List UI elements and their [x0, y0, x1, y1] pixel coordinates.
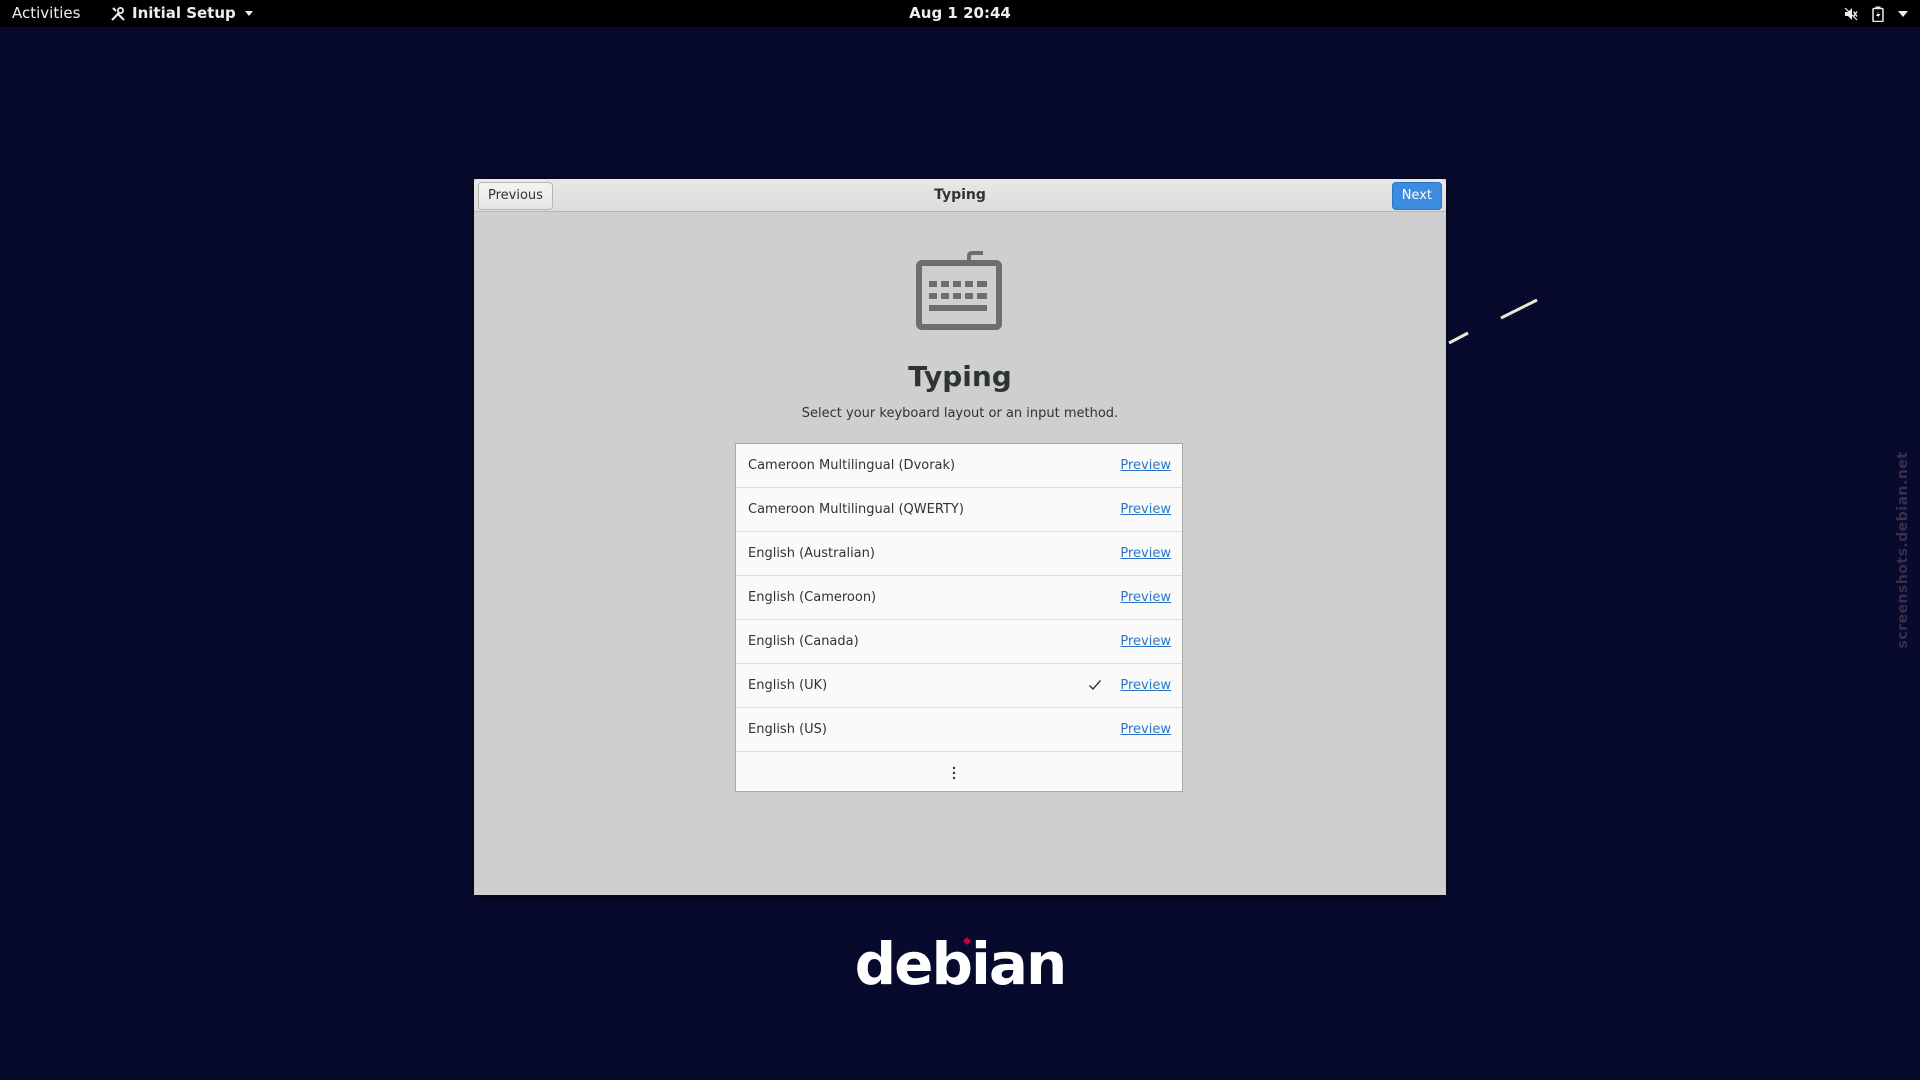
- clock-container: Aug 1 20:44: [0, 0, 1920, 27]
- keyboard-icon: [916, 251, 1002, 330]
- battery-icon: [1872, 6, 1884, 22]
- app-menu-arrow-icon: [244, 11, 253, 16]
- layout-label: English (Australian): [748, 546, 875, 561]
- layout-row[interactable]: English (Canada) Preview: [736, 620, 1182, 664]
- preview-link[interactable]: Preview: [1120, 488, 1171, 531]
- watermark: screenshots.debian.net: [1895, 451, 1911, 649]
- debian-logo: debian: [854, 930, 1068, 998]
- layout-label: English (Cameroon): [748, 590, 877, 605]
- preview-link[interactable]: Preview: [1120, 576, 1171, 619]
- volume-muted-icon: [1844, 7, 1858, 20]
- layout-row[interactable]: English (Australian) Preview: [736, 532, 1182, 576]
- page-title: Typing: [908, 360, 1012, 393]
- debian-logo-dot: [963, 937, 971, 945]
- preview-link[interactable]: Preview: [1120, 664, 1171, 707]
- keyboard-layout-list: Cameroon Multilingual (Dvorak) Preview C…: [735, 443, 1183, 792]
- checkmark-icon: [1089, 680, 1102, 691]
- layout-label: Cameroon Multilingual (QWERTY): [748, 502, 964, 517]
- header-bar: Typing Previous Next: [474, 179, 1446, 212]
- layout-row[interactable]: English (US) Preview: [736, 708, 1182, 752]
- show-more-row[interactable]: [736, 752, 1182, 793]
- layout-label: English (UK): [748, 678, 828, 693]
- layout-row[interactable]: Cameroon Multilingual (Dvorak) Preview: [736, 444, 1182, 488]
- layout-row-selected[interactable]: English (UK) Preview: [736, 664, 1182, 708]
- view-more-icon: [952, 766, 956, 780]
- app-name: Initial Setup: [132, 4, 236, 22]
- preview-link[interactable]: Preview: [1120, 708, 1171, 751]
- preview-link[interactable]: Preview: [1120, 620, 1171, 663]
- activities-label: Activities: [12, 4, 81, 22]
- layout-label: Cameroon Multilingual (Dvorak): [748, 458, 956, 473]
- clock[interactable]: Aug 1 20:44: [909, 4, 1011, 22]
- shooting-star-decoration: [1448, 298, 1538, 345]
- preview-link[interactable]: Preview: [1120, 444, 1171, 487]
- layout-label: English (Canada): [748, 634, 859, 649]
- header-title: Typing: [934, 187, 986, 203]
- next-button[interactable]: Next: [1391, 182, 1442, 210]
- layout-row[interactable]: Cameroon Multilingual (QWERTY) Preview: [736, 488, 1182, 532]
- initial-setup-window: Typing Previous Next Typing Select your …: [474, 179, 1446, 895]
- previous-button[interactable]: Previous: [478, 182, 553, 210]
- page-subtitle: Select your keyboard layout or an input …: [801, 406, 1119, 421]
- tools-icon: [111, 6, 125, 21]
- layout-label: English (US): [748, 722, 827, 737]
- app-menu-button[interactable]: Initial Setup: [110, 0, 253, 27]
- top-bar: Activities Initial Setup Aug 1 20:44: [0, 0, 1920, 27]
- preview-link[interactable]: Preview: [1120, 532, 1171, 575]
- system-menu-arrow-icon: [1898, 10, 1908, 17]
- activities-button[interactable]: Activities: [12, 0, 80, 27]
- system-menu[interactable]: [1844, 0, 1908, 27]
- layout-row[interactable]: English (Cameroon) Preview: [736, 576, 1182, 620]
